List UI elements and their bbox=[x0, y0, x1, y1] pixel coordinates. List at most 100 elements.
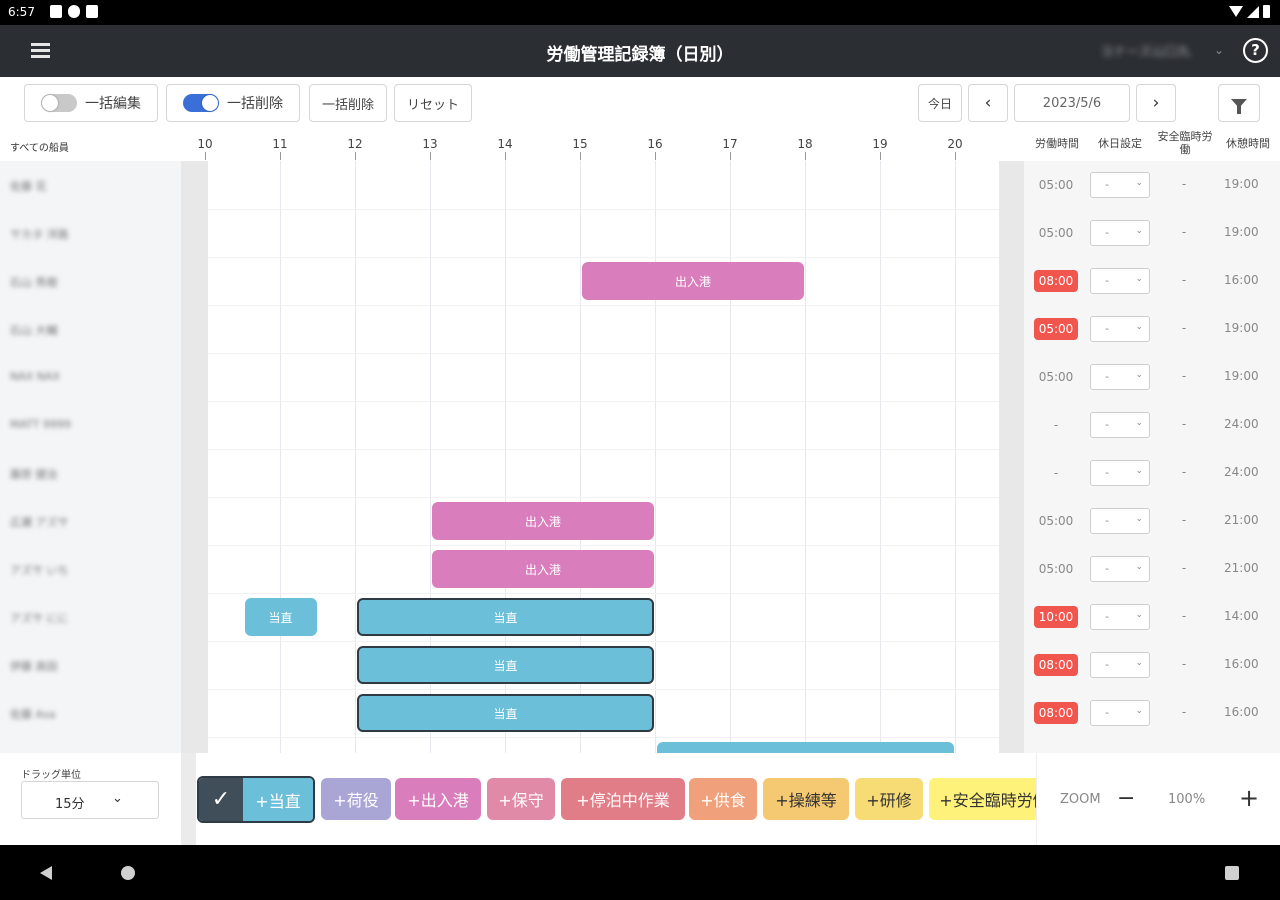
work-hours-value: - bbox=[1053, 418, 1059, 432]
member-name[interactable]: 石山 大輔 bbox=[10, 322, 58, 338]
work-hours-alert-badge: 08:00 bbox=[1034, 270, 1078, 292]
safety-overtime-value: - bbox=[1181, 705, 1187, 719]
toggle-switch-icon bbox=[41, 94, 77, 112]
hour-label: 13 bbox=[422, 137, 438, 151]
member-name[interactable]: 石山 秀樹 bbox=[10, 274, 58, 290]
zoom-in-button[interactable]: + bbox=[1239, 784, 1259, 812]
chevron-down-icon: ⌄ bbox=[1135, 178, 1143, 188]
member-name[interactable]: アズサ いち bbox=[10, 562, 69, 578]
category-chip[interactable]: +出入港 bbox=[395, 778, 481, 820]
scroll-gutter-left[interactable] bbox=[181, 161, 208, 753]
hour-label: 17 bbox=[722, 137, 738, 151]
bulk-delete-button[interactable]: 一括削除 bbox=[309, 84, 387, 122]
timeline-grid[interactable]: 出入港 出入港 出入港 当直 当直 当直 当直 bbox=[208, 161, 999, 753]
reset-button[interactable]: リセット bbox=[394, 84, 472, 122]
holiday-setting-value: - bbox=[1105, 706, 1109, 719]
holiday-setting-value: - bbox=[1105, 466, 1109, 479]
category-chip[interactable]: +研修 bbox=[855, 778, 923, 820]
holiday-setting-value: - bbox=[1105, 514, 1109, 527]
safety-overtime-header: 安全臨時労働 bbox=[1157, 130, 1213, 156]
next-date-button[interactable]: › bbox=[1136, 84, 1176, 122]
holiday-setting-value: - bbox=[1105, 274, 1109, 287]
drag-unit-select[interactable]: 15分 ⌄ bbox=[21, 781, 159, 819]
member-name[interactable]: サカタ 洋路 bbox=[10, 226, 69, 242]
category-chip[interactable]: +安全臨時労働 bbox=[929, 778, 1036, 820]
hour-tick bbox=[430, 152, 431, 160]
holiday-setting-select[interactable]: - ⌄ bbox=[1090, 220, 1150, 246]
hour-tick bbox=[505, 152, 506, 160]
recent-apps-icon[interactable] bbox=[1225, 866, 1239, 880]
holiday-setting-value: - bbox=[1105, 562, 1109, 575]
safety-overtime-value: - bbox=[1181, 609, 1187, 623]
schedule-bar[interactable]: 出入港 bbox=[432, 550, 654, 588]
category-chips: ✓+当直+荷役+出入港+保守+停泊中作業+供食+操練等+研修+安全臨時労働 bbox=[196, 753, 1036, 845]
bulk-delete-toggle[interactable]: 一括削除 bbox=[166, 84, 300, 122]
holiday-setting-select[interactable]: - ⌄ bbox=[1090, 316, 1150, 342]
member-name[interactable]: NAX NAX bbox=[10, 370, 60, 383]
member-name[interactable]: MATT 9999 bbox=[10, 418, 71, 431]
zoom-label: ZOOM bbox=[1060, 792, 1101, 807]
holiday-setting-select[interactable]: - ⌄ bbox=[1090, 460, 1150, 486]
holiday-setting-select[interactable]: - ⌄ bbox=[1090, 508, 1150, 534]
rest-hours-value: 16:00 bbox=[1224, 657, 1259, 671]
safety-overtime-value: - bbox=[1181, 321, 1187, 335]
holiday-setting-select[interactable]: - ⌄ bbox=[1090, 556, 1150, 582]
category-chip[interactable]: +供食 bbox=[689, 778, 757, 820]
member-name[interactable]: 佐藤 花 bbox=[10, 178, 47, 194]
holiday-setting-select[interactable]: - ⌄ bbox=[1090, 604, 1150, 630]
holiday-setting-select[interactable]: - ⌄ bbox=[1090, 700, 1150, 726]
navigation-bar bbox=[0, 845, 1280, 900]
hour-label: 16 bbox=[647, 137, 663, 151]
row-gridline bbox=[208, 497, 999, 498]
work-hours-value: 05:00 bbox=[1038, 514, 1074, 528]
schedule-bar[interactable]: 出入港 bbox=[432, 502, 654, 540]
back-icon[interactable] bbox=[40, 866, 52, 880]
user-selector[interactable]: ヨナーズ山口丸 bbox=[1100, 41, 1190, 60]
filter-icon bbox=[1231, 98, 1247, 114]
schedule-bar[interactable] bbox=[657, 742, 954, 753]
category-chip[interactable]: +荷役 bbox=[321, 778, 391, 820]
filter-button[interactable] bbox=[1218, 84, 1260, 122]
member-name[interactable]: 佐藤 Asa bbox=[10, 706, 56, 722]
help-icon[interactable]: ? bbox=[1243, 38, 1268, 63]
category-chip-active[interactable]: ✓ +当直 bbox=[197, 776, 315, 823]
work-hours-value: 05:00 bbox=[1038, 178, 1074, 192]
zoom-out-button[interactable]: − bbox=[1117, 786, 1135, 811]
holiday-setting-value: - bbox=[1105, 178, 1109, 191]
category-chip[interactable]: +停泊中作業 bbox=[561, 778, 685, 820]
holiday-setting-select[interactable]: - ⌄ bbox=[1090, 412, 1150, 438]
holiday-setting-select[interactable]: - ⌄ bbox=[1090, 268, 1150, 294]
member-name[interactable]: アズサ にに bbox=[10, 610, 69, 626]
chevron-down-icon: ⌄ bbox=[1135, 370, 1143, 380]
category-chip[interactable]: +操練等 bbox=[763, 778, 849, 820]
member-name[interactable]: 藤原 健治 bbox=[10, 466, 58, 482]
schedule-bar[interactable]: 当直 bbox=[357, 694, 654, 732]
scroll-gutter-right[interactable] bbox=[999, 161, 1024, 753]
schedule-bar[interactable]: 当直 bbox=[357, 598, 654, 636]
member-name[interactable]: 伊藤 高田 bbox=[10, 658, 58, 674]
home-icon[interactable] bbox=[121, 866, 135, 880]
date-field[interactable]: 2023/5/6 bbox=[1014, 84, 1130, 122]
prev-date-button[interactable]: ‹ bbox=[968, 84, 1008, 122]
holiday-setting-select[interactable]: - ⌄ bbox=[1090, 364, 1150, 390]
bulk-edit-toggle[interactable]: 一括編集 bbox=[24, 84, 158, 122]
hour-label: 15 bbox=[572, 137, 588, 151]
category-chip[interactable]: +保守 bbox=[487, 778, 555, 820]
safety-overtime-value: - bbox=[1181, 273, 1187, 287]
hour-gridline bbox=[730, 161, 731, 753]
chevron-down-icon[interactable]: ⌄ bbox=[1214, 43, 1224, 57]
system-icons bbox=[1229, 5, 1270, 18]
hour-label: 12 bbox=[347, 137, 363, 151]
member-name[interactable]: 広瀬 アズサ bbox=[10, 514, 69, 530]
holiday-setting-select[interactable]: - ⌄ bbox=[1090, 652, 1150, 678]
schedule-bar[interactable]: 出入港 bbox=[582, 262, 804, 300]
hour-tick bbox=[580, 152, 581, 160]
schedule-bar[interactable]: 当直 bbox=[357, 646, 654, 684]
rest-hours-value: 21:00 bbox=[1224, 513, 1259, 527]
chevron-right-icon: › bbox=[1152, 93, 1160, 113]
hour-label: 19 bbox=[872, 137, 888, 151]
holiday-setting-select[interactable]: - ⌄ bbox=[1090, 172, 1150, 198]
today-button[interactable]: 今日 bbox=[918, 84, 962, 122]
schedule-bar[interactable]: 当直 bbox=[244, 598, 317, 636]
rest-hours-value: 21:00 bbox=[1224, 561, 1259, 575]
